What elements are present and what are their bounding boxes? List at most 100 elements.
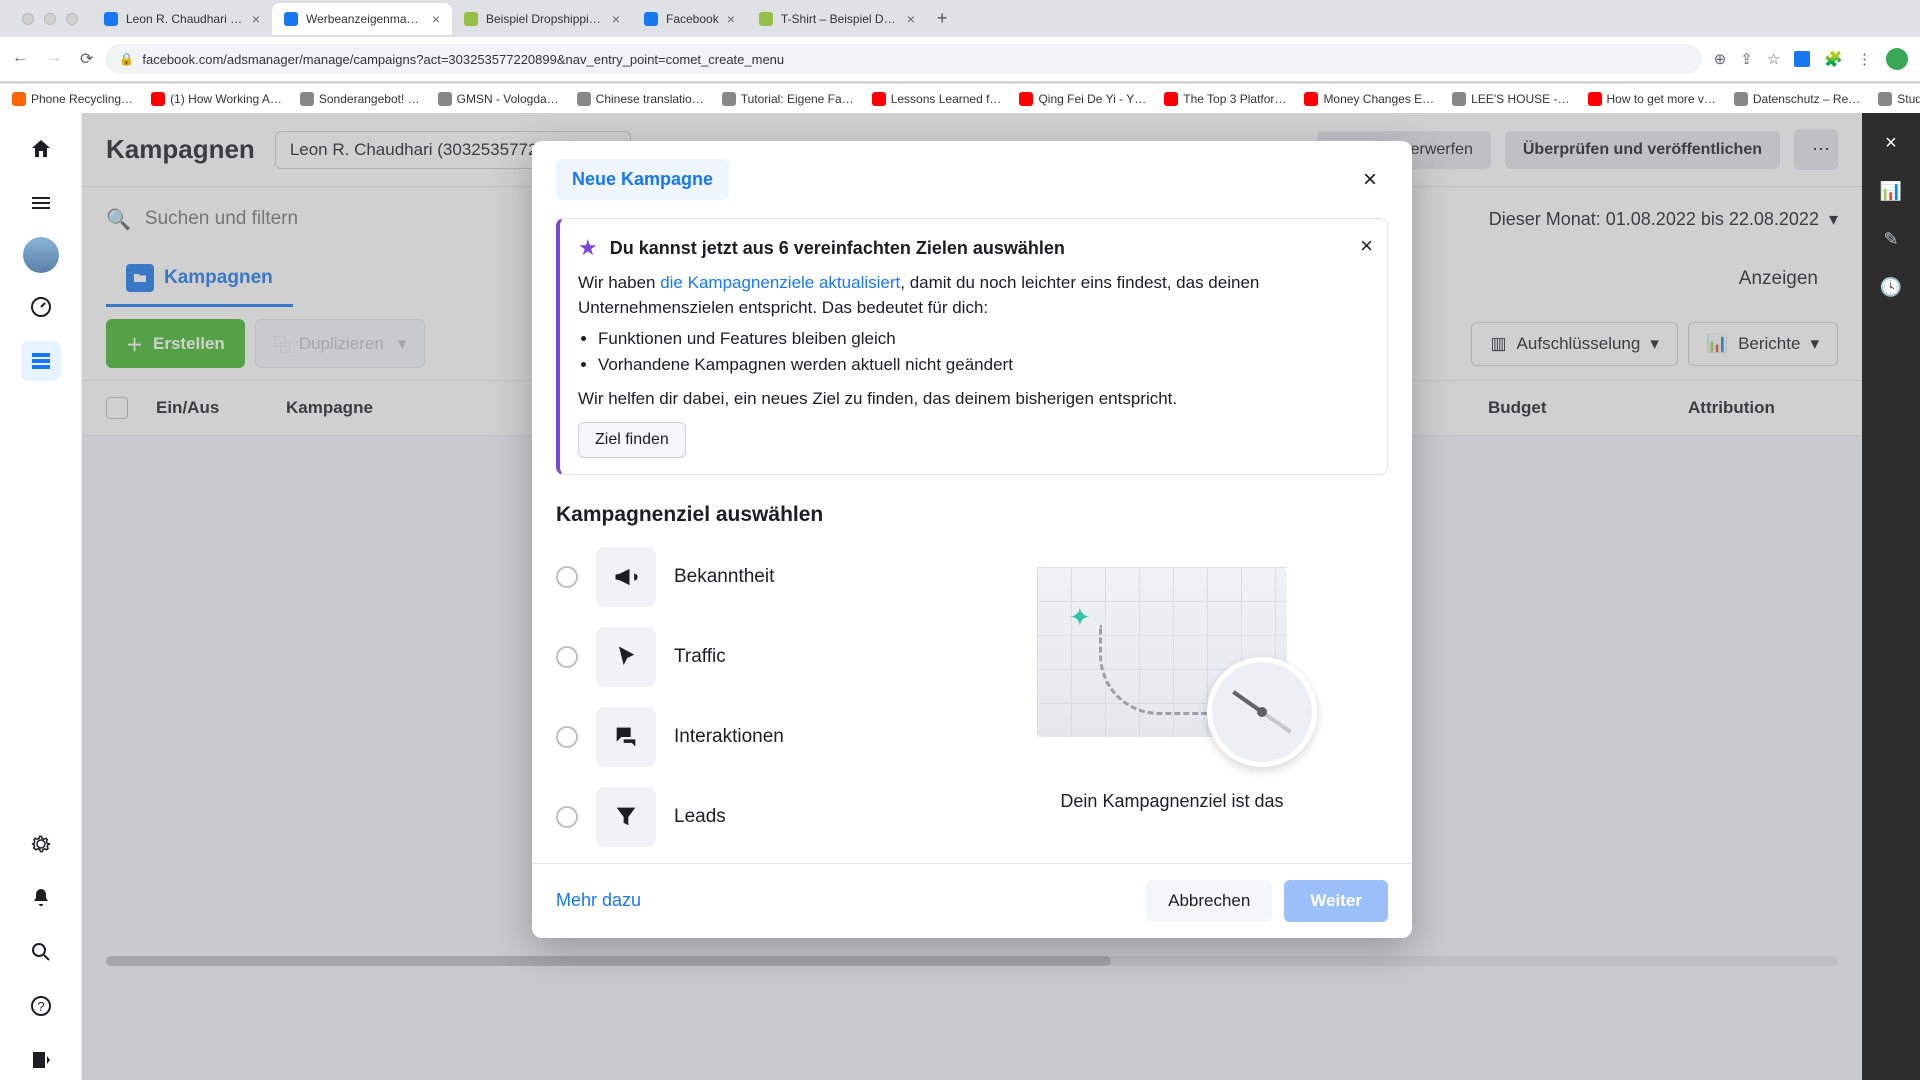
bookmark-item[interactable]: LEE'S HOUSE -… [1452,92,1569,106]
tab-title: T-Shirt – Beispiel Dropshippin… [781,12,899,26]
browser-tab[interactable]: T-Shirt – Beispiel Dropshippin… × [747,3,927,35]
close-icon[interactable]: × [612,11,620,27]
bookmark-item[interactable]: Datenschutz – Re… [1734,92,1860,106]
compass-illustration: ✦ [1027,547,1317,767]
objective-illustration: ✦ Dein Kampagnenziel ist das [956,547,1388,847]
close-icon[interactable]: × [252,11,260,27]
svg-text:?: ? [37,999,44,1014]
bookmark-item[interactable]: Tutorial: Eigene Fa… [722,92,854,106]
favicon-icon [644,12,658,26]
favicon-icon [759,12,773,26]
bookmark-label: Qing Fei De Yi - Y… [1038,92,1146,106]
menu-icon[interactable] [21,183,61,223]
new-tab-button[interactable]: + [927,8,958,29]
browser-tab[interactable]: Leon R. Chaudhari | Facebook × [92,3,272,35]
learn-more-link[interactable]: Mehr dazu [556,890,641,911]
bookmark-item[interactable]: Sonderangebot! … [300,92,420,106]
objective-label: Leads [674,806,726,828]
help-icon[interactable]: ? [21,986,61,1026]
objective-leads[interactable]: Leads [556,787,916,847]
close-panel-icon[interactable]: × [1877,129,1905,157]
lock-icon: 🔒 [119,52,134,66]
reload-icon[interactable]: ⟳ [80,49,93,69]
settings-icon[interactable] [21,824,61,864]
find-goal-button[interactable]: Ziel finden [578,422,686,458]
home-icon[interactable] [21,129,61,169]
fb-extension-icon[interactable] [1794,51,1810,67]
objective-engagement[interactable]: Interaktionen [556,707,916,767]
chart-bar-icon[interactable]: 📊 [1877,177,1905,205]
bookmark-item[interactable]: Student Wants an… [1878,92,1920,106]
favicon-icon [104,12,118,26]
back-icon[interactable]: ← [12,49,28,69]
bookmark-label: Phone Recycling… [31,92,133,106]
modal-tab[interactable]: Neue Kampagne [556,159,729,200]
radio-icon[interactable] [556,726,578,748]
bookmark-icon [1452,92,1466,106]
bookmark-item[interactable]: Money Changes E… [1304,92,1434,106]
browser-tab[interactable]: Beispiel Dropshipping Store × [452,3,632,35]
bookmark-label: (1) How Working A… [170,92,282,106]
bookmark-label: Lessons Learned f… [891,92,1002,106]
compass-icon [1207,657,1317,767]
cursor-icon [596,627,656,687]
radio-icon[interactable] [556,566,578,588]
bookmark-label: Datenschutz – Re… [1753,92,1860,106]
edit-icon[interactable]: ✎ [1877,225,1905,253]
url-field[interactable]: 🔒 facebook.com/adsmanager/manage/campaig… [105,44,1701,74]
objective-awareness[interactable]: Bekanntheit [556,547,916,607]
objective-traffic[interactable]: Traffic [556,627,916,687]
share-icon[interactable]: ⇪ [1740,50,1753,68]
info-link[interactable]: die Kampagnenziele aktualisiert [660,273,900,292]
bookmark-item[interactable]: Chinese translatio… [577,92,704,106]
zoom-icon[interactable]: ⊕ [1714,50,1727,68]
next-button[interactable]: Weiter [1284,880,1388,922]
close-icon[interactable]: × [432,11,440,27]
close-icon[interactable]: × [727,11,735,27]
collapse-icon[interactable] [21,1040,61,1080]
objective-description: Dein Kampagnenziel ist das [1050,791,1293,812]
bookmark-item[interactable]: How to get more v… [1588,92,1716,106]
table-icon[interactable] [21,341,61,381]
tab-title: Facebook [666,12,719,26]
modal-close-button[interactable]: × [1352,162,1388,198]
bookmark-label: The Top 3 Platfor… [1183,92,1286,106]
bookmark-item[interactable]: GMSN - Vologda… [438,92,559,106]
close-icon[interactable]: × [907,11,915,27]
window-controls [8,13,92,25]
forward-icon[interactable]: → [46,49,62,69]
star-icon[interactable]: ☆ [1767,50,1780,68]
info-title: Du kannst jetzt aus 6 vereinfachten Ziel… [610,238,1065,259]
bell-icon[interactable] [21,878,61,918]
info-close-button[interactable]: × [1360,233,1373,259]
clock-icon[interactable]: 🕓 [1877,273,1905,301]
tab-title: Leon R. Chaudhari | Facebook [126,12,244,26]
radio-icon[interactable] [556,646,578,668]
bookmark-icon [1019,92,1033,106]
cancel-button[interactable]: Abbrechen [1146,880,1272,922]
browser-tab[interactable]: Werbeanzeigenmanager - We…× [272,3,452,35]
bookmark-item[interactable]: Qing Fei De Yi - Y… [1019,92,1146,106]
window-max-icon[interactable] [66,13,78,25]
modal-footer: Mehr dazu Abbrechen Weiter [532,863,1412,938]
info-text: Wir helfen dir dabei, ein neues Ziel zu … [578,387,1369,412]
bookmark-icon [1304,92,1318,106]
bookmark-item[interactable]: Phone Recycling… [12,92,133,106]
gauge-icon[interactable] [21,287,61,327]
browser-tab[interactable]: Facebook × [632,3,747,35]
extensions-icon[interactable]: 🧩 [1824,50,1843,68]
window-min-icon[interactable] [44,13,56,25]
radio-icon[interactable] [556,806,578,828]
account-avatar[interactable] [23,237,59,273]
window-close-icon[interactable] [22,13,34,25]
bookmark-icon [1588,92,1602,106]
bookmark-icon [577,92,591,106]
bookmark-item[interactable]: The Top 3 Platfor… [1164,92,1286,106]
menu-icon[interactable]: ⋮ [1857,50,1872,68]
tab-title: Beispiel Dropshipping Store [486,12,604,26]
bookmark-item[interactable]: (1) How Working A… [151,92,282,106]
bookmark-item[interactable]: Lessons Learned f… [872,92,1002,106]
profile-avatar-icon[interactable] [1886,48,1908,70]
left-nav-rail: ? [0,113,82,1080]
search-icon[interactable] [21,932,61,972]
